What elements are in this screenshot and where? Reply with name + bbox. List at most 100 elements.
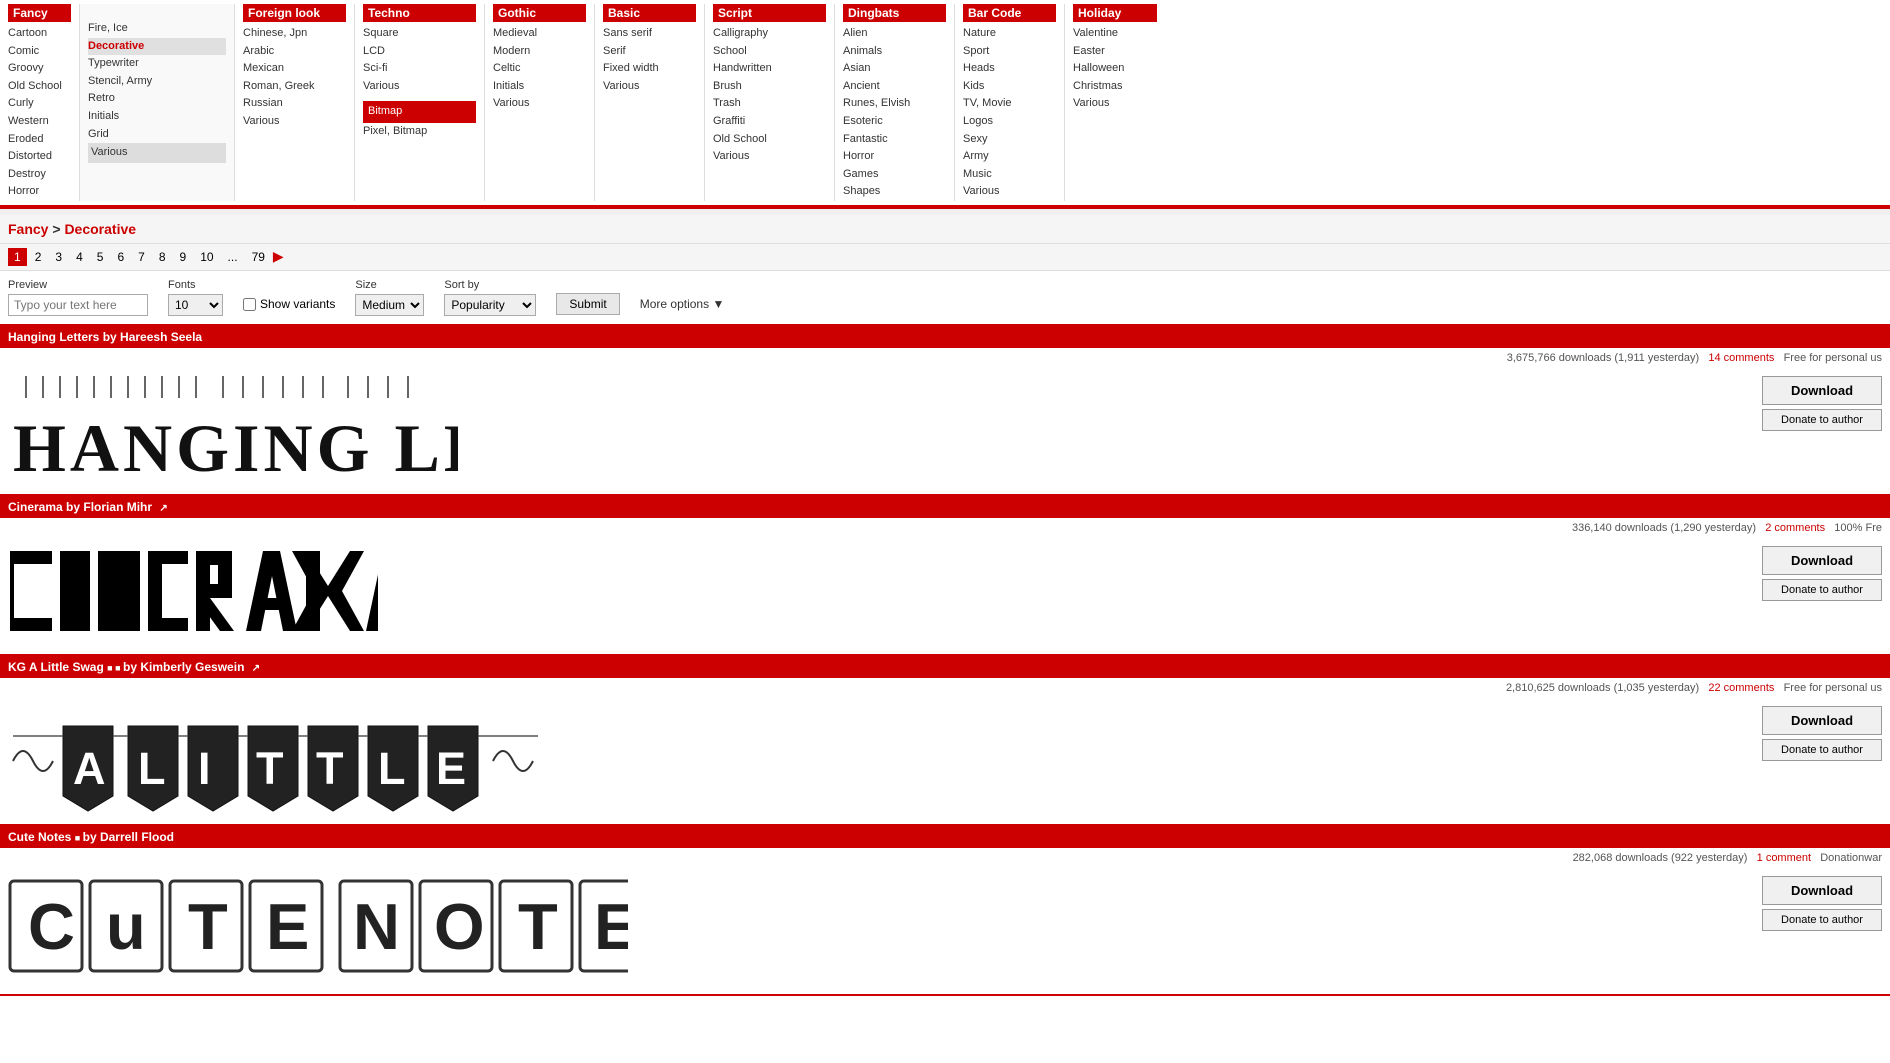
nav-item-logos[interactable]: Logos <box>963 113 1056 131</box>
nav-title-gothic[interactable]: Gothic <box>493 4 586 22</box>
nav-item-tvmovie[interactable]: TV, Movie <box>963 95 1056 113</box>
nav-item-oldschool[interactable]: Old School <box>8 78 71 96</box>
nav-item-western[interactable]: Western <box>8 113 71 131</box>
nav-item-handwritten[interactable]: Handwritten <box>713 60 826 78</box>
sortby-select[interactable]: Popularity Alphabetical Latest <box>444 294 536 316</box>
nav-item-roman[interactable]: Roman, Greek <box>243 78 346 96</box>
page-4[interactable]: 4 <box>70 248 89 266</box>
nav-item-brush[interactable]: Brush <box>713 78 826 96</box>
more-options-button[interactable]: More options ▼ <box>640 297 725 311</box>
nav-item-chinese[interactable]: Chinese, Jpn <box>243 25 346 43</box>
font-name-swag[interactable]: KG A Little Swag <box>8 660 104 674</box>
nav-item-square[interactable]: Square <box>363 25 476 43</box>
nav-item-initials[interactable]: Initials <box>88 108 226 126</box>
font-comments-hanging[interactable]: 14 comments <box>1708 352 1774 364</box>
nav-item-celtic[interactable]: Celtic <box>493 60 586 78</box>
nav-item-heads[interactable]: Heads <box>963 60 1056 78</box>
nav-item-various-gothic[interactable]: Various <box>493 95 586 113</box>
page-6[interactable]: 6 <box>111 248 130 266</box>
nav-item-various-foreign[interactable]: Various <box>243 113 346 131</box>
nav-item-destroy[interactable]: Destroy <box>8 166 71 184</box>
nav-item-various-barcode[interactable]: Various <box>963 183 1056 201</box>
donate-button-hanging[interactable]: Donate to author <box>1762 409 1882 431</box>
nav-item-horror-ding[interactable]: Horror <box>843 148 946 166</box>
nav-title-script[interactable]: Script <box>713 4 826 22</box>
nav-item-cartoon[interactable]: Cartoon <box>8 25 71 43</box>
page-10[interactable]: 10 <box>194 248 219 266</box>
nav-item-serif[interactable]: Serif <box>603 43 696 61</box>
font-author-swag[interactable]: Kimberly Geswein <box>140 660 244 674</box>
donate-button-cute[interactable]: Donate to author <box>1762 909 1882 931</box>
page-5[interactable]: 5 <box>91 248 110 266</box>
size-select[interactable]: Small Medium Large <box>355 294 424 316</box>
nav-item-fire-ice[interactable]: Fire, Ice <box>88 20 226 38</box>
nav-item-comic[interactable]: Comic <box>8 43 71 61</box>
nav-item-distorted[interactable]: Distorted <box>8 148 71 166</box>
nav-item-army[interactable]: Army <box>963 148 1056 166</box>
page-79[interactable]: 79 <box>246 248 271 266</box>
nav-item-arabic[interactable]: Arabic <box>243 43 346 61</box>
font-name-cute[interactable]: Cute Notes <box>8 830 71 844</box>
donate-button-swag[interactable]: Donate to author <box>1762 739 1882 761</box>
nav-item-games[interactable]: Games <box>843 166 946 184</box>
nav-item-trash[interactable]: Trash <box>713 95 826 113</box>
download-button-swag[interactable]: Download <box>1762 706 1882 735</box>
page-7[interactable]: 7 <box>132 248 151 266</box>
nav-item-runes[interactable]: Runes, Elvish <box>843 95 946 113</box>
nav-title-techno[interactable]: Techno <box>363 4 476 22</box>
nav-item-curly[interactable]: Curly <box>8 95 71 113</box>
nav-item-shapes[interactable]: Shapes <box>843 183 946 201</box>
nav-item-sexy[interactable]: Sexy <box>963 131 1056 149</box>
font-author-hanging[interactable]: Hareesh Seela <box>120 330 202 344</box>
nav-item-esoteric[interactable]: Esoteric <box>843 113 946 131</box>
nav-item-fixedwidth[interactable]: Fixed width <box>603 60 696 78</box>
nav-item-various-techno[interactable]: Various <box>363 78 476 96</box>
nav-item-groovy[interactable]: Groovy <box>8 60 71 78</box>
nav-item-school[interactable]: School <box>713 43 826 61</box>
nav-item-horror[interactable]: Horror <box>8 183 71 201</box>
nav-item-various-basic[interactable]: Various <box>603 78 696 96</box>
nav-item-lcd[interactable]: LCD <box>363 43 476 61</box>
font-comments-cute[interactable]: 1 comment <box>1757 852 1811 864</box>
nav-item-kids[interactable]: Kids <box>963 78 1056 96</box>
nav-item-bitmap[interactable]: Bitmap <box>363 101 476 123</box>
nav-item-oldschool-script[interactable]: Old School <box>713 131 826 149</box>
nav-item-sport[interactable]: Sport <box>963 43 1056 61</box>
nav-item-mexican[interactable]: Mexican <box>243 60 346 78</box>
nav-item-easter[interactable]: Easter <box>1073 43 1157 61</box>
nav-item-various-script[interactable]: Various <box>713 148 826 166</box>
donate-button-cinerama[interactable]: Donate to author <box>1762 579 1882 601</box>
page-1[interactable]: 1 <box>8 248 27 266</box>
nav-title-foreign[interactable]: Foreign look <box>243 4 346 22</box>
nav-title-dingbats[interactable]: Dingbats <box>843 4 946 22</box>
nav-item-modern[interactable]: Modern <box>493 43 586 61</box>
font-name-cinerama[interactable]: Cinerama <box>8 500 63 514</box>
nav-item-animals[interactable]: Animals <box>843 43 946 61</box>
nav-item-asian[interactable]: Asian <box>843 60 946 78</box>
font-author-cute[interactable]: Darrell Flood <box>100 830 174 844</box>
nav-item-fantastic[interactable]: Fantastic <box>843 131 946 149</box>
download-button-cinerama[interactable]: Download <box>1762 546 1882 575</box>
nav-item-initials-gothic[interactable]: Initials <box>493 78 586 96</box>
nav-item-ancient[interactable]: Ancient <box>843 78 946 96</box>
nav-title-fancy[interactable]: Fancy <box>8 4 71 22</box>
external-link-icon-swag[interactable]: ↗ <box>252 663 260 674</box>
download-button-cute[interactable]: Download <box>1762 876 1882 905</box>
nav-item-typewriter[interactable]: Typewriter <box>88 55 226 73</box>
nav-title-basic[interactable]: Basic <box>603 4 696 22</box>
nav-item-music[interactable]: Music <box>963 166 1056 184</box>
nav-item-medieval[interactable]: Medieval <box>493 25 586 43</box>
nav-item-retro[interactable]: Retro <box>88 90 226 108</box>
nav-item-sansserif[interactable]: Sans serif <box>603 25 696 43</box>
nav-title-barcode[interactable]: Bar Code <box>963 4 1056 22</box>
download-button-hanging[interactable]: Download <box>1762 376 1882 405</box>
nav-item-various-holiday[interactable]: Various <box>1073 95 1157 113</box>
page-2[interactable]: 2 <box>29 248 48 266</box>
show-variants-checkbox[interactable] <box>243 298 256 311</box>
nav-item-scifi[interactable]: Sci-fi <box>363 60 476 78</box>
font-author-cinerama[interactable]: Florian Mihr <box>83 500 152 514</box>
nav-item-christmas[interactable]: Christmas <box>1073 78 1157 96</box>
nav-item-nature[interactable]: Nature <box>963 25 1056 43</box>
nav-item-grid[interactable]: Grid <box>88 126 226 144</box>
nav-item-calligraphy[interactable]: Calligraphy <box>713 25 826 43</box>
